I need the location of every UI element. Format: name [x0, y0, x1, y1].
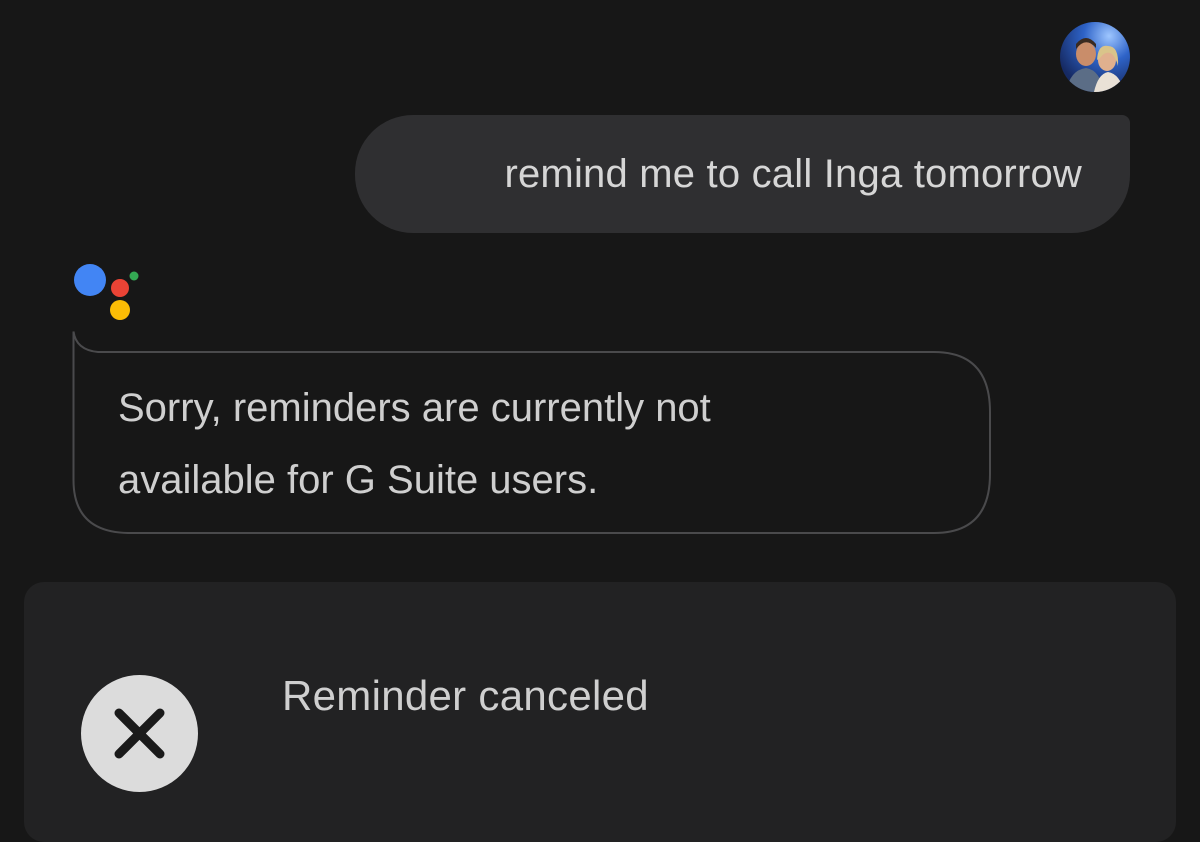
assistant-logo: [72, 262, 142, 329]
user-photo-avatar-icon: [1060, 22, 1130, 92]
close-icon-glyph: [114, 708, 165, 759]
reminder-status-text: Reminder canceled: [282, 672, 649, 719]
google-assistant-logo-icon: [74, 264, 139, 320]
user-message-text: remind me to call Inga tomorrow: [504, 151, 1082, 196]
assistant-reply-line-1: Sorry, reminders are currently not: [118, 386, 711, 430]
close-icon: [81, 675, 198, 792]
user-avatar[interactable]: [1060, 22, 1130, 92]
assistant-reply-text: Sorry, reminders are currently not avail…: [118, 372, 948, 516]
user-message-bubble: remind me to call Inga tomorrow: [355, 115, 1130, 233]
assistant-reply-line-2: available for G Suite users.: [118, 458, 599, 502]
